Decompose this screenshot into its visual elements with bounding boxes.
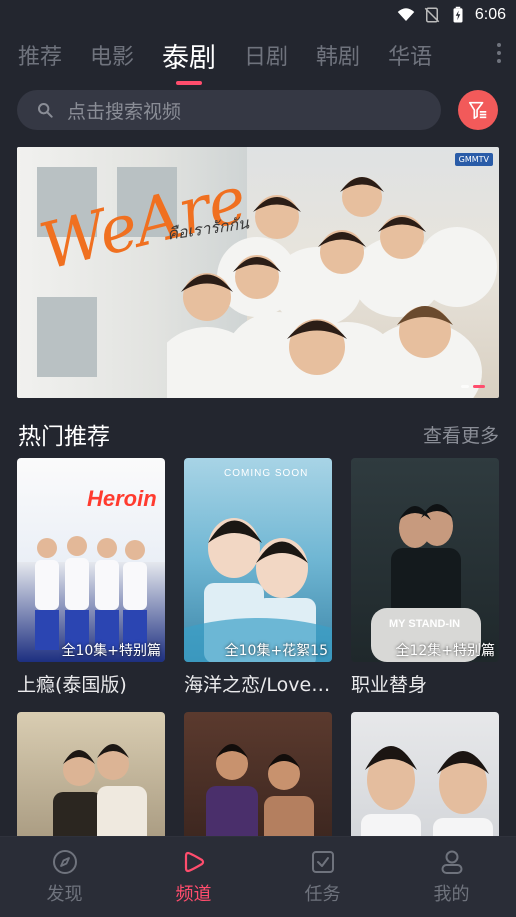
user-icon xyxy=(441,850,462,874)
nav-label: 任务 xyxy=(304,884,341,905)
tab-korean-drama[interactable]: 韩剧 xyxy=(316,39,360,71)
battery-charging-icon xyxy=(453,6,463,23)
featured-banner[interactable]: WeAre คือเรารักกัน GMMTV xyxy=(17,147,499,398)
banner-pagination xyxy=(461,385,485,388)
search-input[interactable]: 点击搜索视频 xyxy=(17,90,441,130)
filter-icon xyxy=(468,101,487,120)
episode-badge: 全12集+特别篇 xyxy=(395,643,495,659)
nav-label: 频道 xyxy=(175,884,212,905)
episode-badge: 全10集+花絮15 xyxy=(224,643,328,659)
tab-japanese-drama[interactable]: 日剧 xyxy=(244,39,288,71)
nav-tasks[interactable]: 任务 xyxy=(273,848,373,906)
search-placeholder: 点击搜索视频 xyxy=(67,100,182,123)
section-title: 热门推荐 xyxy=(18,424,110,450)
category-tabs: 推荐 电影 泰剧 日剧 韩剧 华语 xyxy=(0,30,516,80)
banner-logo: GMMTV xyxy=(454,153,493,166)
nav-profile[interactable]: 我的 xyxy=(402,848,502,906)
play-icon xyxy=(184,851,204,873)
poster-title-text: MY STAND-IN xyxy=(389,618,461,630)
drama-poster: MY STAND-IN 全12集+特别篇 xyxy=(351,458,499,662)
banner-dot-active xyxy=(473,385,485,388)
search-icon xyxy=(38,103,53,118)
tab-movie[interactable]: 电影 xyxy=(90,39,134,71)
episode-badge: 全10集+特别篇 xyxy=(61,643,161,659)
wifi-icon xyxy=(397,8,415,21)
task-icon xyxy=(311,851,334,873)
drama-card[interactable]: COMING SOON 全10集+花絮15 海洋之恋/Love ... xyxy=(184,458,334,697)
poster-title-text: COMING SOON xyxy=(224,468,309,479)
no-sim-icon xyxy=(424,7,440,23)
nav-label: 我的 xyxy=(433,884,470,905)
filter-button[interactable] xyxy=(458,90,498,130)
see-more-link[interactable]: 查看更多 xyxy=(423,421,499,448)
status-time: 6:06 xyxy=(474,6,506,23)
drama-title: 上瘾(泰国版) xyxy=(17,674,127,696)
drama-card[interactable]: Heroin 全10集+特别篇 上瘾(泰国版) xyxy=(17,458,165,697)
tab-recommend[interactable]: 推荐 xyxy=(18,39,62,71)
drama-title: 海洋之恋/Love ... xyxy=(184,674,334,696)
banner-dot xyxy=(461,385,469,388)
compass-icon xyxy=(52,850,77,874)
nav-channel[interactable]: 频道 xyxy=(144,848,244,906)
drama-title: 职业替身 xyxy=(351,674,428,696)
tab-thai-drama[interactable]: 泰剧 xyxy=(162,36,216,75)
bottom-navigation: 发现 频道 任务 我的 xyxy=(0,836,516,917)
tab-chinese[interactable]: 华语 xyxy=(388,39,432,71)
nav-discover[interactable]: 发现 xyxy=(15,848,115,906)
drama-card[interactable]: MY STAND-IN 全12集+特别篇 职业替身 xyxy=(351,458,499,697)
vertical-ellipsis-icon[interactable] xyxy=(496,42,502,64)
status-bar: 6:06 xyxy=(0,0,516,30)
drama-poster: COMING SOON 全10集+花絮15 xyxy=(184,458,332,662)
poster-title-text: Heroin xyxy=(87,486,157,511)
nav-label: 发现 xyxy=(46,884,83,905)
drama-poster: Heroin 全10集+特别篇 xyxy=(17,458,165,662)
